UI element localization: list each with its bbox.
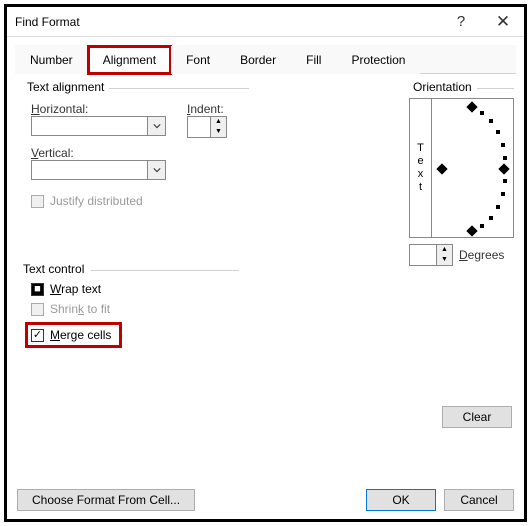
- help-button[interactable]: ?: [440, 8, 482, 36]
- shrink-label: Shrink to fit: [50, 302, 110, 316]
- justify-label: Justify distributed: [50, 194, 143, 208]
- dot-icon: [489, 119, 493, 123]
- spinner-buttons[interactable]: ▲ ▼: [210, 117, 226, 137]
- tab-font[interactable]: Font: [171, 46, 225, 74]
- degrees-row: ▲ ▼ Degrees: [409, 244, 514, 266]
- find-format-dialog: Find Format ? ✕ Number Alignment Font Bo…: [4, 4, 527, 522]
- dot-icon: [496, 130, 500, 134]
- chevron-down-icon[interactable]: ▼: [211, 127, 226, 137]
- checkbox-icon: [31, 195, 44, 208]
- glyph: t: [419, 182, 422, 193]
- text-alignment-group: Text alignment Horizontal: Indent: ▲ ▼: [19, 82, 249, 212]
- dot-icon: [501, 192, 505, 196]
- indent-spinner[interactable]: ▲ ▼: [187, 116, 227, 138]
- diamond-icon: [436, 163, 447, 174]
- divider: [477, 88, 514, 89]
- dot-icon: [503, 156, 507, 160]
- dot-icon: [503, 179, 507, 183]
- text-control-legend: Text control: [19, 262, 88, 276]
- orientation-preview[interactable]: T e x t: [409, 98, 514, 238]
- vertical-combo[interactable]: [31, 160, 166, 180]
- clear-row: Clear: [442, 406, 512, 428]
- tab-protection[interactable]: Protection: [336, 46, 420, 74]
- wrap-text-checkbox[interactable]: ■ Wrap text: [31, 282, 239, 296]
- clear-button[interactable]: Clear: [442, 406, 512, 428]
- wrap-text-label: Wrap text: [50, 282, 101, 296]
- degrees-label: Degrees: [459, 248, 504, 262]
- dot-icon: [480, 224, 484, 228]
- degrees-value: [410, 245, 436, 265]
- orientation-dial[interactable]: [432, 99, 513, 237]
- glyph: e: [417, 156, 423, 167]
- text-alignment-legend: Text alignment: [23, 80, 108, 94]
- dot-icon: [496, 205, 500, 209]
- shrink-to-fit-checkbox: Shrink to fit: [31, 302, 239, 316]
- diamond-icon: [466, 225, 477, 236]
- choose-format-from-cell-button[interactable]: Choose Format From Cell...: [17, 489, 195, 511]
- checkbox-icon: [31, 303, 44, 316]
- dialog-body: Text alignment Horizontal: Indent: ▲ ▼: [7, 74, 524, 472]
- horizontal-label: Horizontal:: [31, 102, 166, 116]
- tab-number[interactable]: Number: [15, 46, 88, 74]
- diamond-icon: [466, 101, 477, 112]
- merge-cells-highlight: ✓ Merge cells: [25, 322, 122, 348]
- glyph: x: [418, 169, 424, 180]
- titlebar: Find Format ? ✕: [7, 7, 524, 37]
- chevron-down-icon[interactable]: [147, 117, 165, 135]
- divider: [91, 270, 239, 271]
- horizontal-value: [32, 117, 147, 135]
- chevron-up-icon[interactable]: ▲: [211, 117, 226, 127]
- tab-strip: Number Alignment Font Border Fill Protec…: [15, 45, 516, 74]
- dot-icon: [489, 216, 493, 220]
- justify-distributed-checkbox: Justify distributed: [31, 194, 143, 208]
- indent-value: [188, 117, 210, 137]
- tab-border[interactable]: Border: [225, 46, 291, 74]
- orientation-legend: Orientation: [409, 80, 476, 94]
- ok-button[interactable]: OK: [366, 489, 436, 511]
- checkbox-checked-icon: ✓: [31, 329, 44, 342]
- diamond-icon: [498, 163, 509, 174]
- cancel-button[interactable]: Cancel: [444, 489, 514, 511]
- tab-fill[interactable]: Fill: [291, 46, 336, 74]
- chevron-up-icon[interactable]: ▲: [437, 245, 452, 255]
- chevron-down-icon[interactable]: [147, 161, 165, 179]
- vertical-label: Vertical:: [31, 146, 166, 160]
- text-control-group: Text control ■ Wrap text Shrink to fit ✓…: [19, 264, 239, 348]
- glyph: T: [417, 143, 424, 154]
- vertical-value: [32, 161, 147, 179]
- checkbox-checked-icon: ■: [31, 283, 44, 296]
- merge-cells-checkbox[interactable]: ✓ Merge cells: [31, 328, 111, 342]
- close-button[interactable]: ✕: [482, 8, 524, 36]
- tab-alignment[interactable]: Alignment: [88, 46, 171, 74]
- merge-cells-label: Merge cells: [50, 328, 111, 342]
- chevron-down-icon[interactable]: ▼: [437, 255, 452, 265]
- divider: [109, 88, 249, 89]
- dot-icon: [480, 111, 484, 115]
- window-title: Find Format: [15, 15, 440, 29]
- dot-icon: [501, 143, 505, 147]
- indent-label: Indent:: [187, 102, 227, 116]
- dialog-footer: Choose Format From Cell... OK Cancel: [7, 481, 524, 519]
- orientation-vertical-text[interactable]: T e x t: [410, 99, 432, 237]
- horizontal-combo[interactable]: [31, 116, 166, 136]
- orientation-group: Orientation T e x t: [409, 82, 514, 302]
- degrees-spinner[interactable]: ▲ ▼: [409, 244, 453, 266]
- spinner-buttons[interactable]: ▲ ▼: [436, 245, 452, 265]
